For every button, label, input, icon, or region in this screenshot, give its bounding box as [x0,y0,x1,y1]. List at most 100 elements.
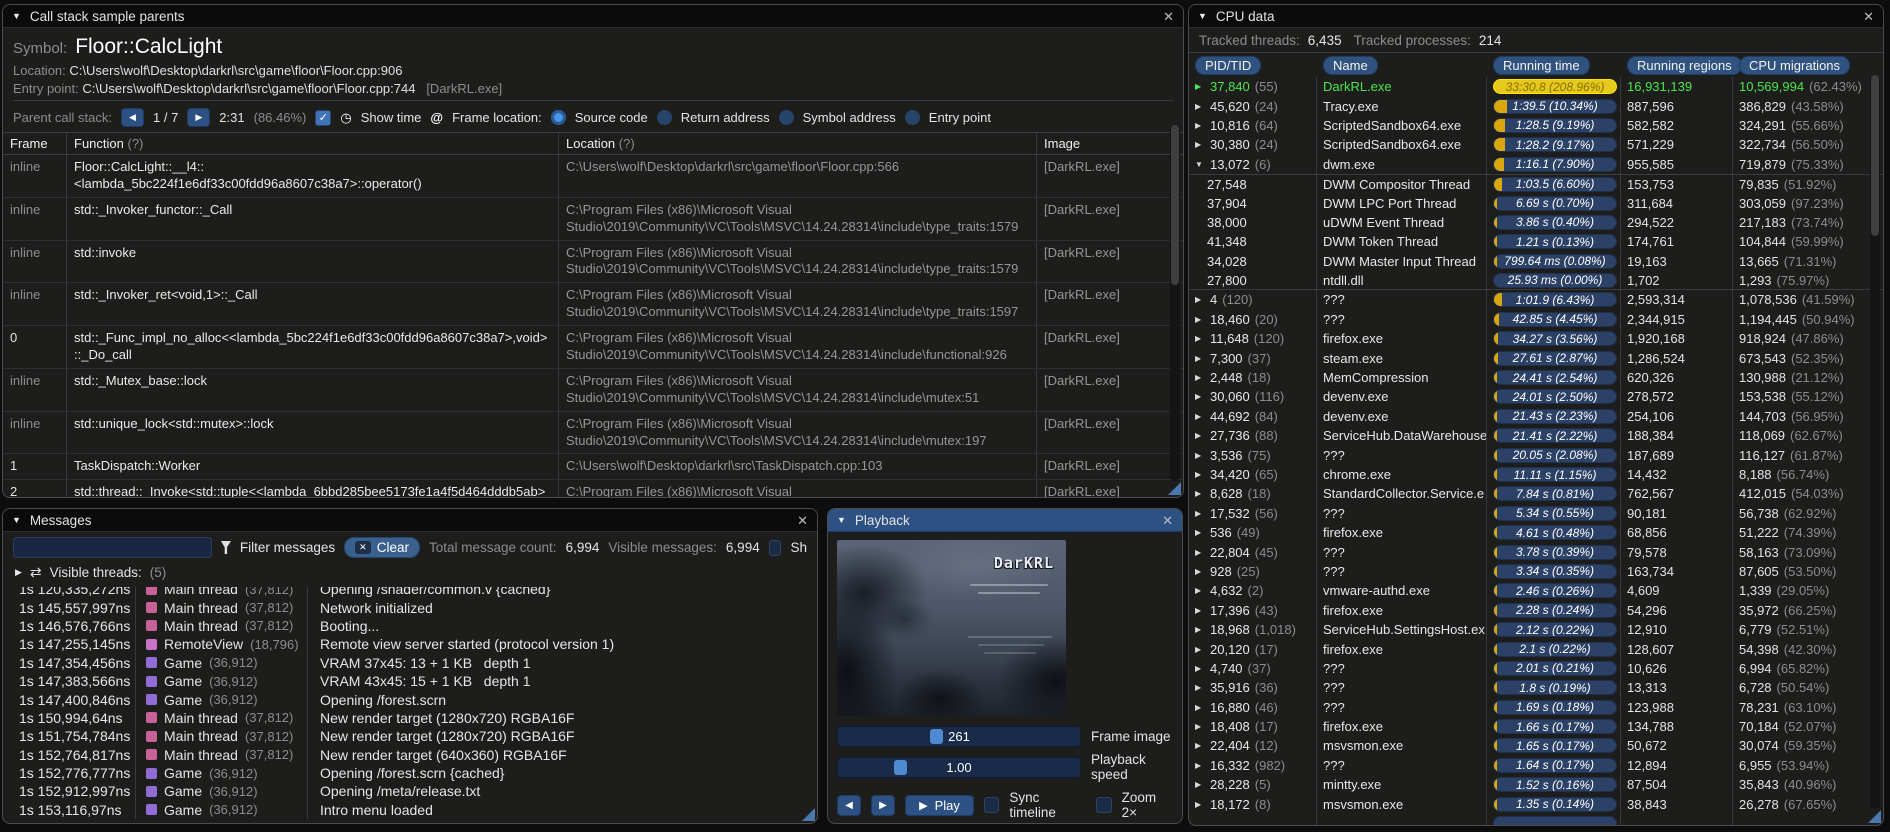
cpu-row[interactable]: ▶ 27,736 (88) ServiceHub.DataWarehouse 21.41… [1189,426,1883,446]
clear-button[interactable]: ✕ Clear [344,537,420,558]
col-running-regions[interactable]: Running regions [1627,56,1742,75]
scrollbar-thumb[interactable] [1871,75,1879,237]
col-name[interactable]: Name [1323,56,1378,75]
step-back-button[interactable]: ◀ [837,794,861,816]
message-row[interactable]: 1s 152,776,777ns Game (36,912) Opening /for… [4,763,816,783]
radio-entry-point-label[interactable]: Entry point [929,110,991,125]
scrollbar-thumb[interactable] [1171,125,1179,286]
cpu-row[interactable]: ▶ 11,648 (120) firefox.exe 34.27 s (3.56%) 1,… [1189,329,1883,349]
cpu-row[interactable]: ▶ 34,420 (65) chrome.exe 11.11 s (1.15%) 14,4… [1189,464,1883,485]
sync-timeline-checkbox[interactable] [984,797,1000,813]
radio-return-address-label[interactable]: Return address [681,110,770,125]
cpu-row[interactable]: ▶ 37,840 (55) DarkRL.exe 33:30.8 (208.96%) 16… [1189,77,1883,97]
col-cpu-migrations[interactable]: CPU migrations [1739,56,1851,75]
cpu-row[interactable]: ▶ 20,120 (17) firefox.exe 2.1 s (0.22%) 128,6… [1189,639,1883,659]
entry-value[interactable]: C:\Users\wolf\Desktop\darkrl\src\game\fl… [82,81,415,96]
cpu-row[interactable]: ▶ 16,880 (46)??? 1.69 s (0.18%) 123,988 78,23… [1189,697,1883,717]
show-time-checkbox[interactable]: ✓ [315,109,332,126]
close-icon[interactable]: ✕ [1163,10,1174,23]
cpu-row[interactable]: ▶ 30,380 (24) ScriptedSandbox64.exe 1:28.2 (… [1189,135,1883,155]
cpu-row[interactable]: ▶ 4,740 (37)??? 2.01 s (0.21%) 10,626 6,994 (6… [1189,658,1883,679]
cpu-row[interactable]: ▶ 2,448 (18) MemCompression 24.41 s (2.54%) 6… [1189,367,1883,388]
collapse-icon[interactable]: ▼ [1198,11,1207,21]
message-row[interactable]: 1s 145,557,997ns Main thread (37,812) Netwo… [4,598,816,617]
resize-grip[interactable] [802,808,815,821]
cpu-row[interactable]: 38,000 uDWM Event Thread 3.86 s (0.40%) 294… [1189,212,1883,233]
cpu-row[interactable]: ▶ 536 (49) firefox.exe 4.61 s (0.48%) 68,856 5… [1189,522,1883,543]
collapse-icon[interactable]: ▼ [837,515,846,525]
cpu-row[interactable]: ▶ 18,460 (20)??? 42.85 s (4.45%) 2,344,915 1,… [1189,309,1883,330]
cpu-row[interactable]: ▶ 22,404 (12) msvsmon.exe 1.65 s (0.17%) 50,6… [1189,736,1883,756]
message-row[interactable]: 1s 120,335,272ns Main thread (37,812) Openi… [4,587,816,599]
message-row[interactable]: 1s 151,754,784ns Main thread (37,812) New r… [4,727,816,746]
cpu-row[interactable]: ▶ 45,620 (24) Tracy.exe 1:39.5 (10.34%) 887,5… [1189,96,1883,116]
message-row[interactable]: 1s 152,764,817ns Main thread (37,812) New r… [4,745,816,764]
col-pid-tid[interactable]: PID/TID [1195,56,1262,75]
radio-source-code[interactable] [550,110,566,125]
collapse-icon[interactable]: ▼ [12,11,21,21]
cpu-row[interactable]: 27,800 ntdll.dll 25.93 ms (0.00%) 1,702 1,29… [1189,270,1883,291]
cpu-row[interactable]: ▼ 13,072 (6) dwm.exe 1:16.1 (7.90%) 955,585 71… [1189,154,1883,174]
cpu-row[interactable]: ▶ 18,408 (17) firefox.exe 1.66 s (0.17%) 134,… [1189,716,1883,737]
cpu-row[interactable]: 34,028 DWM Master Input Thread 799.64 ms (… [1189,251,1883,271]
message-filter-input[interactable] [13,537,212,558]
message-row[interactable]: 1s 150,994,64ns Main thread (37,812) New re… [4,708,816,728]
expander-icon[interactable]: ▶ [15,567,22,578]
message-row[interactable]: 1s 147,400,846ns Game (36,912) Opening /for… [4,690,816,709]
cpu-row[interactable]: ▶ 3,536 (75)??? 20.05 s (2.08%) 187,689 116,1… [1189,445,1883,465]
cpu-row[interactable]: ▶ 8,628 (18) StandardCollector.Service.e 7.8… [1189,484,1883,504]
cpu-row[interactable]: 37,904 DWM LPC Port Thread 6.69 s (0.70%) 3… [1189,193,1883,213]
callstack-row[interactable]: inline std::_Invoker_functor::_Call C:\Pro… [3,196,1183,240]
cpu-row[interactable]: ▶ 28,228 (5) mintty.exe 1.52 s (0.16%) 87,504… [1189,775,1883,795]
cpu-scrollbar[interactable] [1870,75,1880,809]
callstack-row[interactable]: inline Floor::CalcLight::__l4::<lambda_5b… [3,155,1183,197]
cpu-row[interactable]: ▶ 22,804 (45)??? 3.78 s (0.39%) 79,578 58,163… [1189,542,1883,562]
location-value[interactable]: C:\Users\wolf\Desktop\darkrl\src\game\fl… [69,63,402,78]
col-running-time[interactable]: Running time [1493,56,1590,75]
resize-grip[interactable] [1168,482,1181,495]
collapse-icon[interactable]: ▼ [12,515,21,525]
callstack-row[interactable]: inline std::_Invoker_ret<void,1>::_Call C:… [3,282,1183,326]
callstack-row[interactable]: inline std::unique_lock<std::mutex>::lock… [3,410,1183,454]
callstack-row[interactable]: 2 std::thread::_Invoke<std::tuple<<lambda… [3,479,1183,497]
playback-speed-slider[interactable]: 1.00 [837,756,1081,778]
callstack-row[interactable]: 1 TaskDispatch::Worker C:\Users\wolf\Deskt… [3,453,1183,480]
radio-symbol-address[interactable] [778,110,794,125]
callstack-row[interactable]: 0 std::_Func_impl_no_alloc<<lambda_5bc224… [3,325,1183,368]
radio-return-address[interactable] [656,110,672,125]
close-icon[interactable]: ✕ [797,514,808,527]
prev-stack-button[interactable]: ◀ [121,108,144,127]
cpu-row[interactable]: ▶ 7,300 (37) steam.exe 27.61 s (2.87%) 1,286,… [1189,348,1883,368]
next-stack-button[interactable]: ▶ [187,108,211,127]
cpu-row[interactable]: ▶ 928 (25)??? 3.34 s (0.35%) 163,734 87,605 (5… [1189,561,1883,582]
cpu-row[interactable]: 27,548 DWM Compositor Thread 1:03.5 (6.60%… [1189,173,1883,194]
play-button[interactable]: ▶ Play [905,794,975,816]
cpu-row[interactable]: ▶ 16,332 (982)??? 1.64 s (0.17%) 12,894 6,955… [1189,755,1883,776]
message-row[interactable]: 1s 152,912,997ns Game (36,912) Opening /met… [4,782,816,801]
cpu-row[interactable]: ▶ 17,396 (43) firefox.exe 2.28 s (0.24%) 54,2… [1189,600,1883,620]
resize-grip[interactable] [1868,810,1881,823]
close-icon[interactable]: ✕ [1863,10,1874,23]
cpu-row[interactable]: ▶ 4,632 (2) vmware-authd.exe 2.46 s (0.26%) 4… [1189,581,1883,601]
message-row[interactable]: 1s 153,116,97ns Game (36,912) Intro menu lo… [4,800,816,820]
callstack-row[interactable]: inline std::_Mutex_base::lock C:\Program F… [3,367,1183,411]
callstack-scrollbar[interactable] [1170,125,1180,481]
radio-entry-point[interactable] [904,110,920,125]
cpu-row[interactable]: 41,348 DWM Token Thread 1.21 s (0.13%) 174,… [1189,232,1883,252]
visible-threads-bar[interactable]: ▶ ⇄ Visible threads: (5) [3,562,817,585]
message-row[interactable]: 1s 147,255,145ns RemoteView (18,796) Remote… [4,635,816,654]
cpu-row[interactable]: ▶ 35,916 (36)??? 1.8 s (0.19%) 13,313 6,728 (5… [1189,678,1883,698]
frame-image-slider[interactable]: 261 [837,726,1081,747]
close-icon[interactable]: ✕ [1162,514,1173,527]
callstack-row[interactable]: inline std::invoke C:\Program Files (x86)\… [3,239,1183,283]
step-forward-button[interactable]: ▶ [871,794,895,816]
cpu-row[interactable]: ▶ 18,172 (8) msvsmon.exe 1.35 s (0.14%) 38,84… [1189,794,1883,814]
radio-symbol-address-label[interactable]: Symbol address [803,110,896,125]
message-row[interactable]: 1s 147,383,566ns Game (36,912) VRAM 43x45: … [4,671,816,691]
show-callstacks-checkbox[interactable] [768,539,782,556]
cpu-row[interactable]: ▶ 4 (120)??? 1:01.9 (6.43%) 2,593,314 1,078,5… [1189,290,1883,310]
message-row[interactable]: 1s 147,354,456ns Game (36,912) VRAM 37x45: … [4,653,816,672]
cpu-row[interactable]: ▶ 10,816 (64) ScriptedSandbox64.exe 1:28.5 (… [1189,115,1883,136]
radio-source-code-label[interactable]: Source code [575,110,648,125]
cpu-row[interactable]: ▶ 30,060 (116) devenv.exe 24.01 s (2.50%) 278… [1189,387,1883,407]
